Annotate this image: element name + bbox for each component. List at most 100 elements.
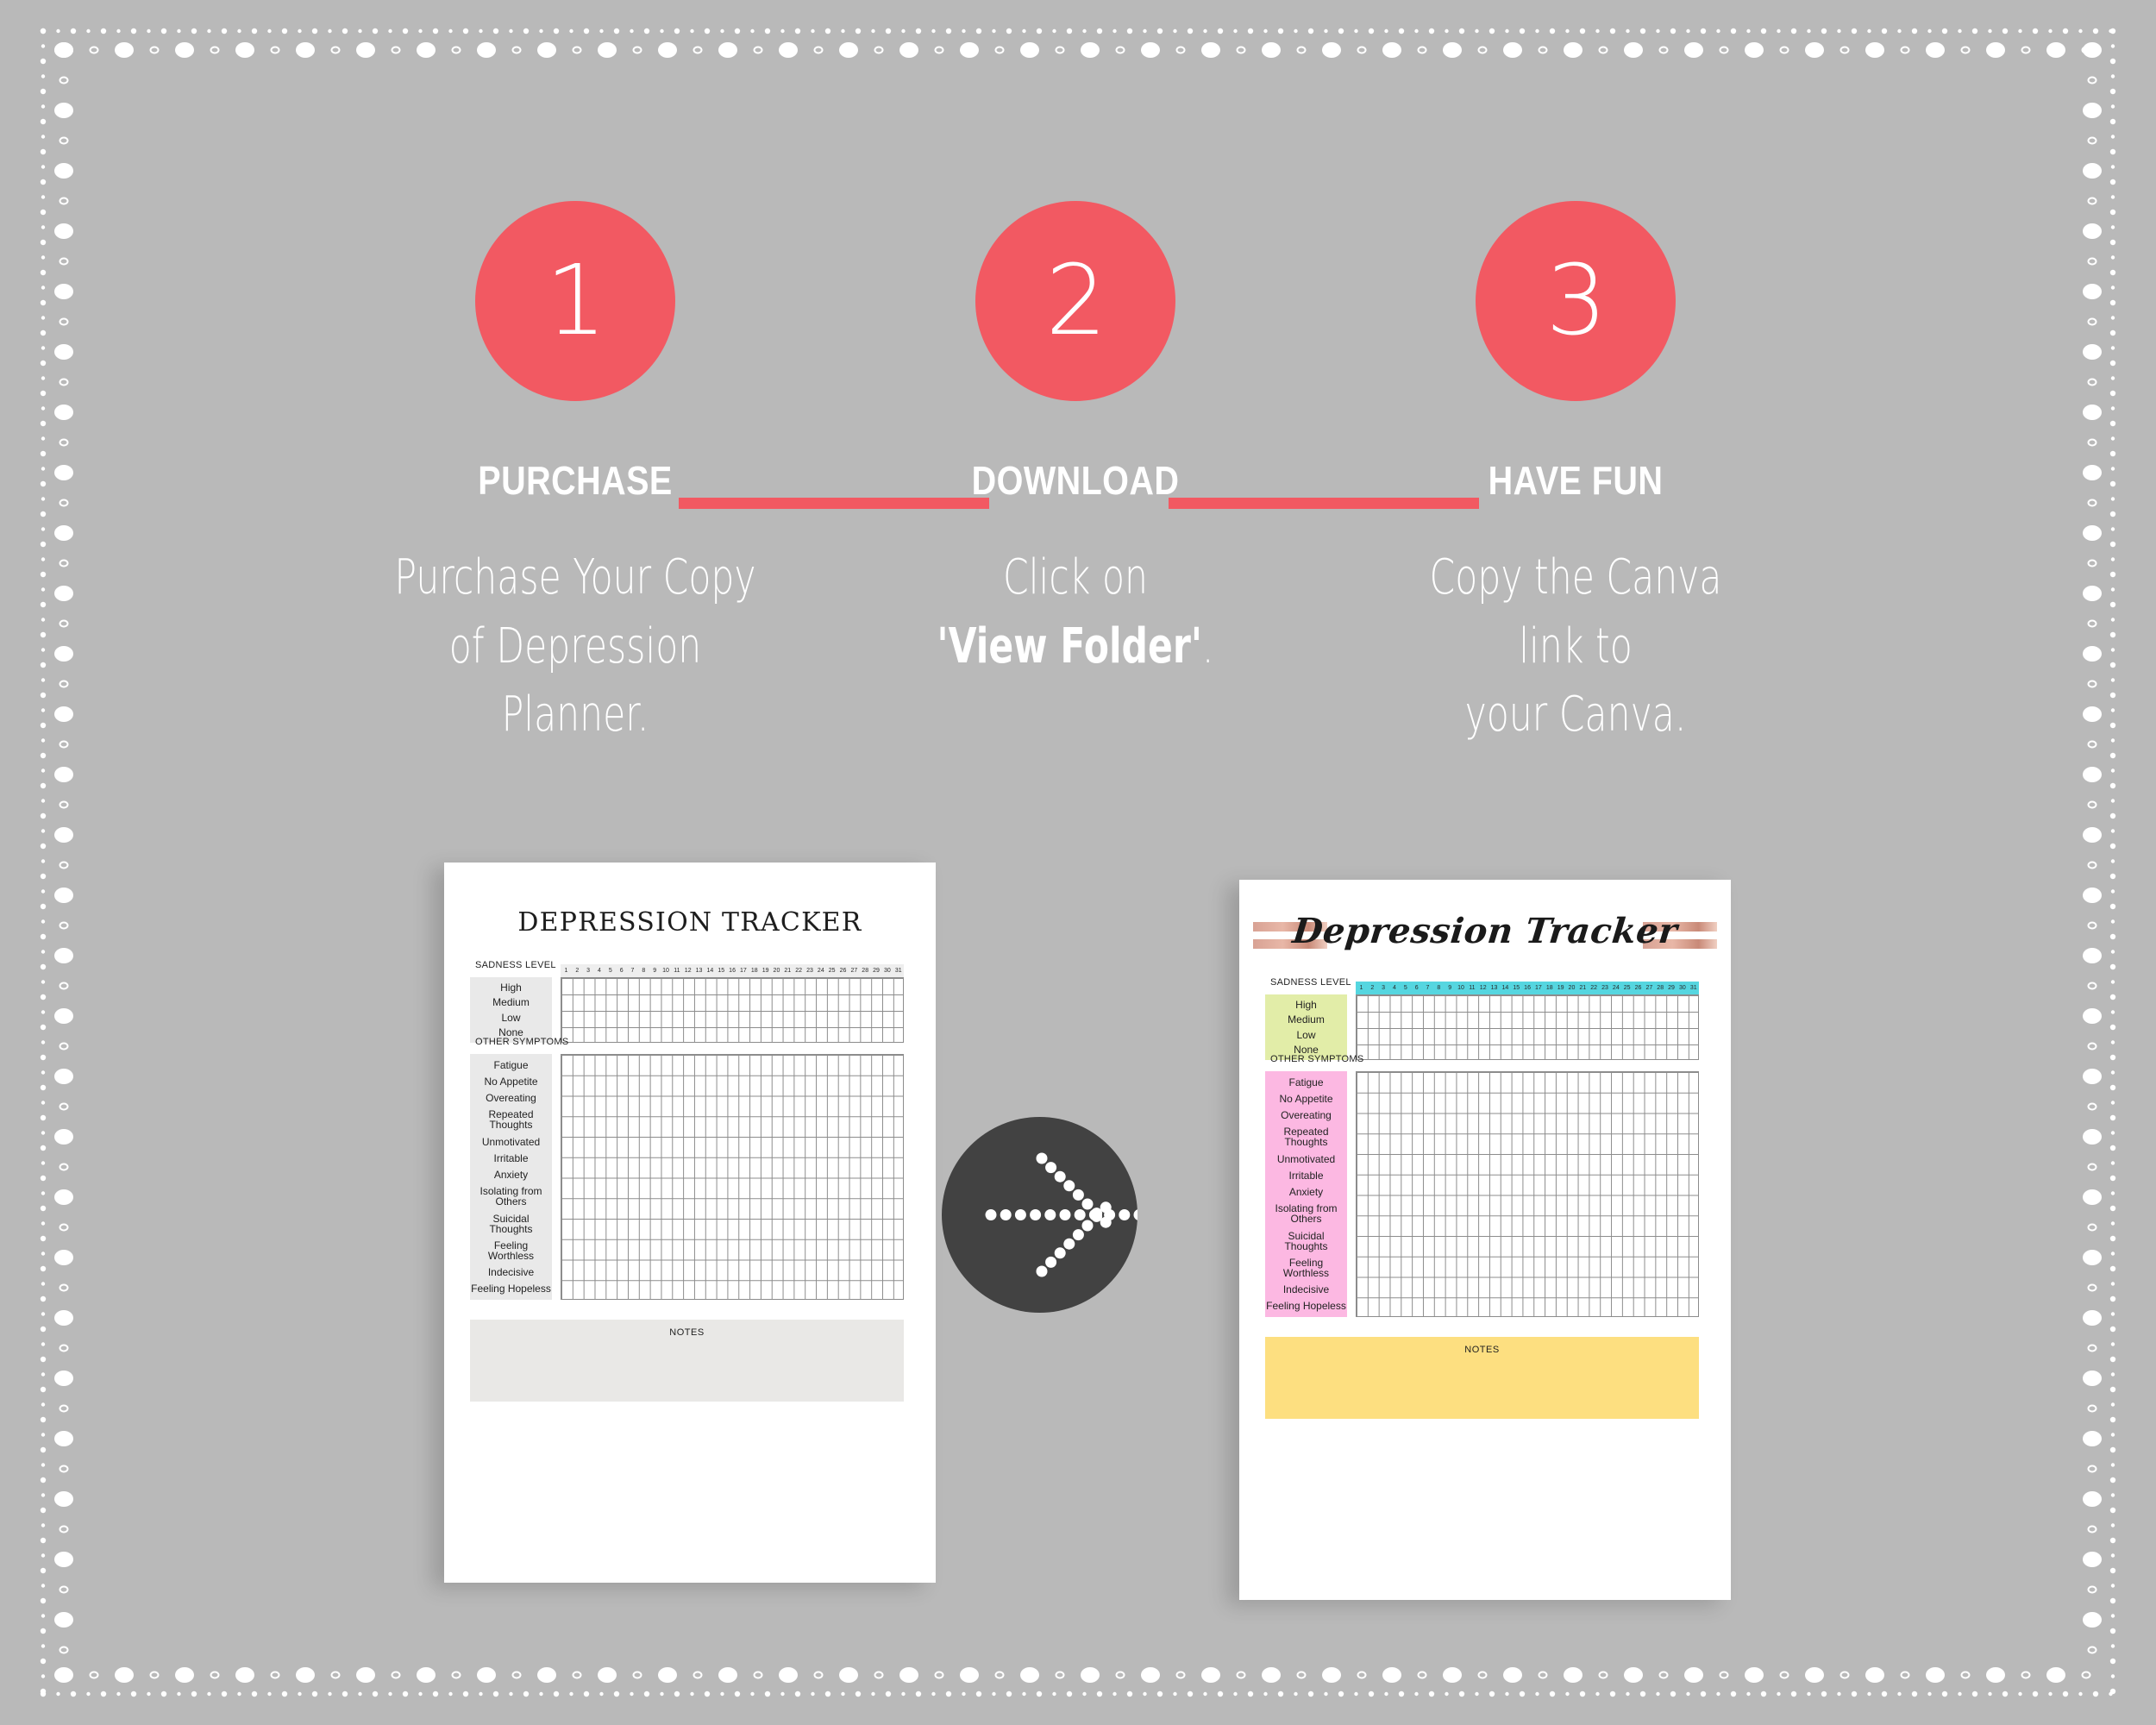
day-number: 26: [1634, 985, 1642, 991]
step-title-purchase: PURCHASE: [478, 458, 673, 503]
day-number: 9: [1448, 985, 1452, 991]
day-number: 23: [806, 968, 813, 974]
day-number: 30: [1678, 985, 1686, 991]
day-number: 2: [1370, 985, 1375, 991]
day-number: 3: [1382, 985, 1386, 991]
step-description-have-fun: Copy the Canva link to your Canva.: [1379, 543, 1772, 750]
day-number: 8: [1437, 985, 1441, 991]
sadness-level-section-label: SADNESS LEVEL: [1270, 977, 1351, 988]
symptom-item: Indecisive: [1282, 1283, 1330, 1296]
day-number: 15: [718, 968, 725, 974]
tracker-preview-colored[interactable]: Depression Tracker SADNESS LEVEL High Medi…: [1239, 880, 1731, 1600]
day-number: 31: [894, 968, 902, 974]
symptom-item: Anxiety: [1288, 1186, 1324, 1199]
symptom-item: Irritable: [1288, 1169, 1324, 1182]
day-number: 5: [1403, 985, 1407, 991]
step-number-badge-2[interactable]: 2: [975, 201, 1175, 401]
notes-box[interactable]: NOTES: [470, 1320, 904, 1402]
sadness-level-item: Low: [501, 1011, 521, 1024]
step-desc-line: Planner.: [501, 687, 649, 743]
day-number: 9: [653, 968, 657, 974]
step-number-badge-3[interactable]: 3: [1476, 201, 1676, 401]
day-number: 11: [674, 968, 680, 974]
day-number: 28: [862, 968, 869, 974]
day-number: 2: [575, 968, 580, 974]
step-title-download: DOWNLOAD: [971, 458, 1180, 503]
symptom-item: Fatigue: [1288, 1076, 1324, 1088]
day-number: 12: [684, 968, 692, 974]
day-number: 19: [761, 968, 769, 974]
day-number: 14: [1501, 985, 1509, 991]
tracker-preview-plain[interactable]: DEPRESSION TRACKER SADNESS LEVEL High Medi…: [444, 862, 936, 1583]
other-symptoms-panel: Fatigue No Appetite Overeating Repeated Tho…: [1265, 1071, 1347, 1317]
symptom-item: Anxiety: [493, 1169, 529, 1182]
day-number: 1: [1359, 985, 1363, 991]
day-number: 30: [883, 968, 891, 974]
day-number-header-row: 1 2 3 4 5 6 7 8 9 10 11 12 13 14 15 16 17 18 19 20 21 22 23 24 2…: [561, 964, 904, 977]
day-number: 27: [1645, 985, 1653, 991]
day-number: 5: [608, 968, 612, 974]
day-number: 24: [1612, 985, 1620, 991]
day-number: 1: [564, 968, 568, 974]
sadness-level-panel: High Medium Low None: [1265, 994, 1347, 1060]
sadness-level-panel: High Medium Low None: [470, 977, 552, 1043]
day-number: 8: [642, 968, 646, 974]
other-symptoms-section-label: OTHER SYMPTOMS: [1270, 1054, 1364, 1064]
transform-arrow-badge[interactable]: [942, 1117, 1175, 1313]
day-number: 18: [1545, 985, 1553, 991]
day-number: 4: [598, 968, 601, 974]
step-title-have-fun: HAVE FUN: [1488, 458, 1664, 503]
sadness-level-item: Medium: [492, 996, 530, 1009]
symptom-item: Feeling Worthless: [487, 1239, 535, 1262]
day-number: 7: [630, 968, 635, 974]
view-folder-text: 'View Folder': [937, 618, 1202, 674]
day-number: 10: [1457, 985, 1464, 991]
day-number: 20: [773, 968, 780, 974]
day-number: 12: [1479, 985, 1487, 991]
day-number: 26: [839, 968, 847, 974]
other-symptoms-section-label: OTHER SYMPTOMS: [475, 1037, 569, 1047]
step-desc-line: your Canva.: [1464, 687, 1687, 743]
day-number: 25: [828, 968, 836, 974]
sadness-level-grid[interactable]: [561, 977, 904, 1043]
notes-box[interactable]: NOTES: [1265, 1337, 1699, 1419]
day-number: 23: [1601, 985, 1608, 991]
sadness-level-item: High: [500, 981, 522, 994]
view-folder-period: .: [1201, 618, 1214, 674]
day-number-header-row: 1 2 3 4 5 6 7 8 9 10 11 12 13 14 15 16 17 18 19 20 21 22 23 24 2…: [1356, 982, 1699, 994]
step-number-3: 3: [1545, 245, 1607, 357]
day-number: 21: [1579, 985, 1587, 991]
symptom-item: Feeling Worthless: [1282, 1256, 1330, 1279]
step-desc-line: of Depression: [448, 618, 702, 674]
other-symptoms-grid[interactable]: [561, 1054, 904, 1300]
day-number: 29: [1668, 985, 1675, 991]
day-number: 6: [619, 968, 624, 974]
step-desc-line: link to: [1519, 618, 1633, 674]
symptom-item: Feeling Hopeless: [471, 1283, 551, 1295]
step-desc-line: Copy the Canva: [1429, 549, 1722, 605]
day-number: 14: [706, 968, 714, 974]
step-desc-line: Click on: [1003, 549, 1148, 605]
other-symptoms-grid[interactable]: [1356, 1071, 1699, 1317]
day-number: 11: [1469, 985, 1476, 991]
day-number: 3: [586, 968, 591, 974]
day-number: 24: [817, 968, 824, 974]
symptom-item: Repeated Thoughts: [1283, 1126, 1329, 1149]
symptom-item: Feeling Hopeless: [1266, 1300, 1346, 1313]
day-number: 6: [1414, 985, 1419, 991]
symptom-item: Repeated Thoughts: [488, 1108, 534, 1132]
symptom-item: Unmotivated: [1276, 1152, 1336, 1165]
symptom-item: Isolating from Others: [479, 1185, 542, 1208]
step-number-badge-1[interactable]: 1: [475, 201, 675, 401]
sadness-level-grid[interactable]: [1356, 994, 1699, 1060]
day-number: 17: [740, 968, 747, 974]
symptom-item: Indecisive: [487, 1266, 535, 1279]
day-number: 28: [1657, 985, 1664, 991]
day-number: 15: [1513, 985, 1520, 991]
symptom-item: Irritable: [493, 1151, 529, 1164]
day-number: 31: [1689, 985, 1697, 991]
day-number: 22: [1590, 985, 1598, 991]
sadness-level-section-label: SADNESS LEVEL: [475, 960, 556, 970]
day-number: 21: [784, 968, 792, 974]
day-number: 13: [1490, 985, 1498, 991]
